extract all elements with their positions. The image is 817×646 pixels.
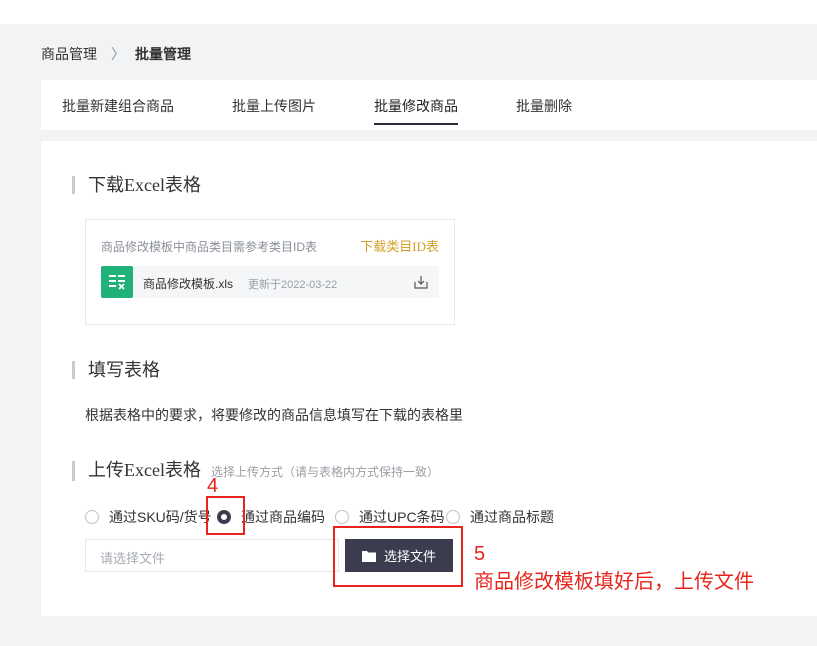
annotation-step5-number: 5 xyxy=(474,543,486,565)
fill-description: 根据表格中的要求，将要修改的商品信息填写在下载的表格里 xyxy=(85,407,463,423)
radio-upc-dot[interactable] xyxy=(335,510,349,524)
annotation-step5-note: 商品修改模板填好后，上传文件 xyxy=(474,571,754,593)
xls-file-icon xyxy=(101,266,133,298)
radio-title-dot[interactable] xyxy=(446,510,460,524)
tab-batch-delete[interactable]: 批量删除 xyxy=(516,96,572,116)
section-download-title: 下载Excel表格 xyxy=(72,176,201,194)
download-card: 商品修改模板中商品类目需参考类目ID表 下载类目ID表 商品修改模板.xls 更… xyxy=(85,219,455,325)
tab-bar: 批量新建组合商品 批量上传图片 批量修改商品 批量删除 xyxy=(41,80,817,130)
radio-upc[interactable]: 通过UPC条码 xyxy=(335,507,445,527)
file-path-input[interactable]: 请选择文件 xyxy=(85,539,339,572)
template-file-name[interactable]: 商品修改模板.xls xyxy=(143,275,233,292)
tab-batch-create-combo[interactable]: 批量新建组合商品 xyxy=(62,96,174,116)
radio-sku-label[interactable]: 通过SKU码/货号 xyxy=(109,507,212,527)
annotation-step4-number: 4 xyxy=(207,475,219,497)
tab-batch-upload-images[interactable]: 批量上传图片 xyxy=(232,96,316,116)
radio-title-label[interactable]: 通过商品标题 xyxy=(470,507,554,527)
section-upload-title: 上传Excel表格 选择上传方式（请与表格内方式保持一致） xyxy=(72,461,439,481)
radio-sku-dot[interactable] xyxy=(85,510,99,524)
radio-product-code-label[interactable]: 通过商品编码 xyxy=(241,507,325,527)
download-category-id-link[interactable]: 下载类目ID表 xyxy=(360,236,439,255)
section-upload-subtitle: 选择上传方式（请与表格内方式保持一致） xyxy=(210,465,439,479)
section-fill-title: 填写表格 xyxy=(72,361,160,379)
download-hint: 商品修改模板中商品类目需参考类目ID表 xyxy=(101,240,318,254)
download-icon[interactable] xyxy=(414,275,428,294)
section-fill-title-text: 填写表格 xyxy=(88,360,160,380)
breadcrumb-root[interactable]: 商品管理 xyxy=(41,44,97,64)
section-download-title-text: 下载Excel表格 xyxy=(88,175,201,195)
radio-sku[interactable]: 通过SKU码/货号 xyxy=(85,507,212,527)
annotation-box-step4 xyxy=(206,496,245,535)
section-upload-title-text: 上传Excel表格 xyxy=(88,460,201,480)
radio-upc-label[interactable]: 通过UPC条码 xyxy=(359,507,445,527)
top-bar xyxy=(0,0,817,24)
template-file-row[interactable]: 商品修改模板.xls 更新于2022-03-22 xyxy=(101,266,439,298)
radio-title[interactable]: 通过商品标题 xyxy=(446,507,554,527)
breadcrumb: 商品管理 〉 批量管理 xyxy=(41,44,191,64)
breadcrumb-separator-icon: 〉 xyxy=(111,46,125,62)
breadcrumb-current: 批量管理 xyxy=(135,46,191,62)
annotation-box-step5 xyxy=(333,526,463,587)
tab-batch-edit-products[interactable]: 批量修改商品 xyxy=(374,96,458,125)
template-file-updated: 更新于2022-03-22 xyxy=(248,279,338,291)
upload-method-radio-group: 通过SKU码/货号 通过商品编码 通过UPC条码 通过商品标题 xyxy=(85,507,605,527)
